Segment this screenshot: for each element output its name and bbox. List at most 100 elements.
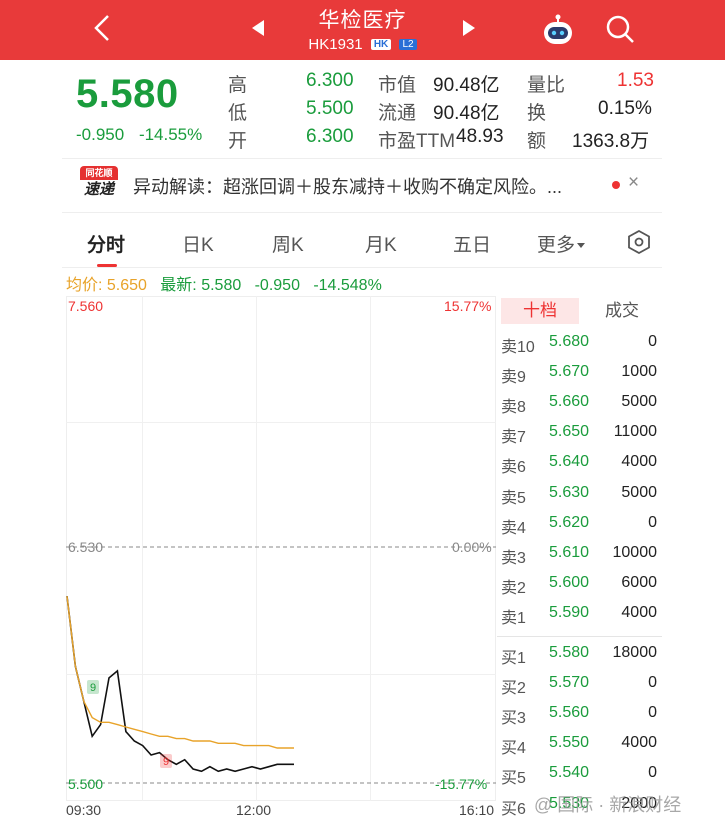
level-price: 5.630	[549, 483, 590, 501]
latest-label: 最新:	[160, 277, 197, 294]
change-value: -0.950	[76, 125, 125, 144]
pct-axis-top-label: 15.77%	[444, 298, 492, 314]
next-stock-icon[interactable]	[463, 20, 475, 36]
tab-monthly-k[interactable]: 月K	[365, 230, 397, 257]
news-logo: 同花顺 速递	[80, 166, 118, 202]
level-price: 5.580	[549, 644, 590, 661]
watermark: @ 国际 · 新浪财经	[534, 795, 682, 815]
news-headline[interactable]: 异动解读：超涨回调＋股东减持＋收购不确定风险。...	[133, 173, 562, 199]
robot-assistant-icon[interactable]	[540, 12, 576, 48]
level-price: 5.570	[549, 674, 590, 692]
level-price: 5.660	[549, 393, 590, 411]
tab-five-day[interactable]: 五日	[453, 230, 491, 257]
level-price: 5.670	[549, 363, 590, 381]
level-price: 5.540	[549, 764, 590, 782]
level-label: 卖1	[501, 609, 526, 627]
amount-value: 1363.8万	[572, 131, 650, 152]
level-price: 5.640	[549, 453, 590, 471]
ask-row[interactable]: 卖9 5.670 1000	[497, 358, 662, 388]
pct-axis-mid-label: 0.00%	[452, 539, 492, 555]
level-label: 卖8	[501, 399, 526, 417]
level-price: 5.550	[549, 734, 590, 752]
last-price: 5.580	[76, 72, 179, 116]
latest-value: 5.580	[201, 277, 242, 294]
bid-row[interactable]: 买5 5.540 0	[497, 759, 662, 789]
level-volume: 6000	[621, 573, 657, 591]
x-tick-open: 09:30	[66, 802, 102, 818]
ask-row[interactable]: 卖2 5.600 6000	[497, 569, 662, 599]
level-volume: 18000	[612, 644, 658, 661]
tab-daily-k[interactable]: 日K	[182, 230, 214, 257]
tab-more[interactable]: 更多	[537, 230, 586, 257]
tab-trades[interactable]: 成交	[587, 298, 657, 324]
level-volume: 10000	[612, 543, 658, 561]
back-icon[interactable]	[88, 10, 118, 46]
change-percent: -14.55%	[138, 125, 203, 144]
y-axis-top-label: 7.560	[68, 298, 104, 314]
level-volume: 11000	[613, 423, 657, 441]
y-axis-bottom-label: 5.500	[68, 776, 104, 792]
tab-weekly-k[interactable]: 周K	[272, 230, 304, 257]
level-label: 买1	[501, 650, 526, 667]
level-label: 买2	[501, 680, 526, 698]
level-price: 5.600	[549, 573, 590, 591]
level-volume: 0	[648, 674, 657, 692]
news-logo-top: 同花顺	[80, 166, 118, 180]
low-value: 5.500	[306, 98, 354, 119]
bid-row[interactable]: 买3 5.560 0	[497, 699, 662, 729]
stock-name: 华检医疗	[318, 9, 407, 32]
level-price: 5.610	[549, 543, 590, 561]
ask-row[interactable]: 卖4 5.620 0	[497, 509, 662, 539]
level-label: 卖2	[501, 579, 526, 597]
volratio-label: 量比	[527, 75, 566, 96]
volratio-value: 1.53	[617, 70, 654, 91]
market-badge: HK	[370, 39, 392, 50]
x-tick-close: 16:10	[459, 802, 495, 818]
high-value: 6.300	[306, 70, 354, 91]
divider	[62, 212, 662, 213]
ask-row[interactable]: 卖5 5.630 5000	[497, 479, 662, 509]
chevron-down-icon	[577, 243, 586, 248]
level-label: 卖9	[501, 369, 526, 387]
ask-row[interactable]: 卖6 5.640 4000	[497, 448, 662, 478]
ask-row[interactable]: 卖10 5.680 0	[497, 328, 662, 358]
marker-label: 9	[90, 682, 96, 694]
ask-row[interactable]: 卖1 5.590 4000	[497, 599, 662, 629]
amount-label: 额	[527, 131, 547, 152]
bid-row[interactable]: 买2 5.570 0	[497, 669, 662, 699]
chart-info-line: 均价: 5.650 最新: 5.580 -0.950 -14.548%	[66, 271, 382, 295]
top-bar: 华检医疗 HK1931 HK L2	[0, 0, 725, 60]
news-logo-bottom: 速递	[83, 181, 114, 198]
level-label: 卖10	[501, 339, 535, 356]
pct-axis-bottom-label: -15.77%	[435, 776, 488, 792]
level-label: 买3	[501, 710, 526, 728]
stock-code: HK1931	[308, 36, 363, 53]
ask-row[interactable]: 卖3 5.610 10000	[497, 539, 662, 569]
bid-row[interactable]: 买1 5.580 18000	[497, 639, 662, 669]
level-volume: 5000	[621, 393, 657, 411]
tab-intraday[interactable]: 分时	[87, 230, 125, 257]
mktcap-label: 市值	[378, 75, 417, 96]
level-price: 5.680	[549, 333, 590, 350]
tab-more-label: 更多	[537, 235, 576, 256]
level-volume: 0	[648, 764, 657, 782]
pe-value: 48.93	[456, 126, 504, 147]
x-tick-midday: 12:00	[236, 802, 272, 818]
close-news-button[interactable]: ×	[628, 172, 639, 194]
chart-plot: 99	[66, 546, 496, 784]
bid-row[interactable]: 买4 5.550 4000	[497, 729, 662, 759]
low-label: 低	[228, 103, 248, 124]
chart-settings-icon[interactable]	[626, 229, 652, 255]
level-volume: 0	[648, 513, 657, 531]
book-separator	[497, 636, 662, 637]
tab-five-day-label: 五日	[453, 235, 492, 256]
level-volume: 5000	[621, 483, 657, 501]
search-icon[interactable]	[603, 12, 637, 46]
tab-ten-levels[interactable]: 十档	[501, 298, 579, 324]
latest-change: -0.950	[254, 277, 300, 294]
level-label: 卖3	[501, 549, 526, 567]
ask-row[interactable]: 卖7 5.650 11000	[497, 418, 662, 448]
avg-label: 均价:	[66, 277, 103, 294]
ask-row[interactable]: 卖8 5.660 5000	[497, 388, 662, 418]
avg-value: 5.650	[106, 277, 147, 294]
